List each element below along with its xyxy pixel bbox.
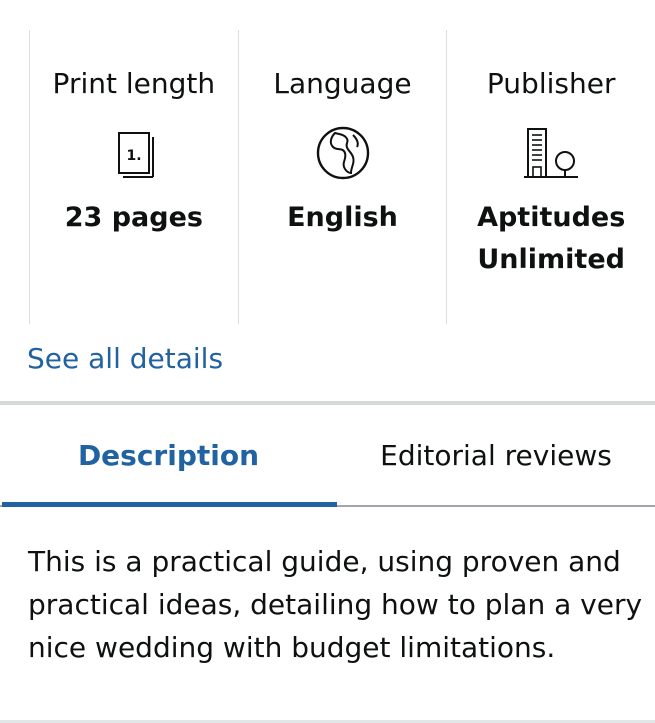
page-icon-text: 1. <box>126 148 141 164</box>
detail-value: English <box>287 202 398 233</box>
detail-print-length: Print length 1. 23 pages <box>29 30 238 324</box>
detail-language: Language English <box>237 30 447 324</box>
publisher-building-icon <box>521 123 581 183</box>
detail-value: Aptitudes Unlimited <box>477 202 626 275</box>
detail-value: 23 pages <box>64 202 203 233</box>
tab-editorial-reviews[interactable]: Editorial reviews <box>337 405 655 505</box>
product-page: Print length 1. 23 pages Language Englis… <box>0 0 655 723</box>
description-text: This is a practical guide, using proven … <box>28 545 643 664</box>
description-tabs: Description Editorial reviews <box>0 405 655 507</box>
detail-label: Print length <box>52 67 216 100</box>
page-count-icon: 1. <box>104 123 164 183</box>
tab-description[interactable]: Description <box>0 405 337 507</box>
detail-publisher: Publisher Aptitudes Unlimited <box>446 30 655 324</box>
detail-label: Publisher <box>486 67 616 100</box>
detail-label: Language <box>273 67 412 100</box>
product-details-strip: Print length 1. 23 pages Language Englis… <box>29 30 655 324</box>
see-all-details-link[interactable]: See all details <box>27 340 223 378</box>
globe-icon <box>313 123 373 183</box>
